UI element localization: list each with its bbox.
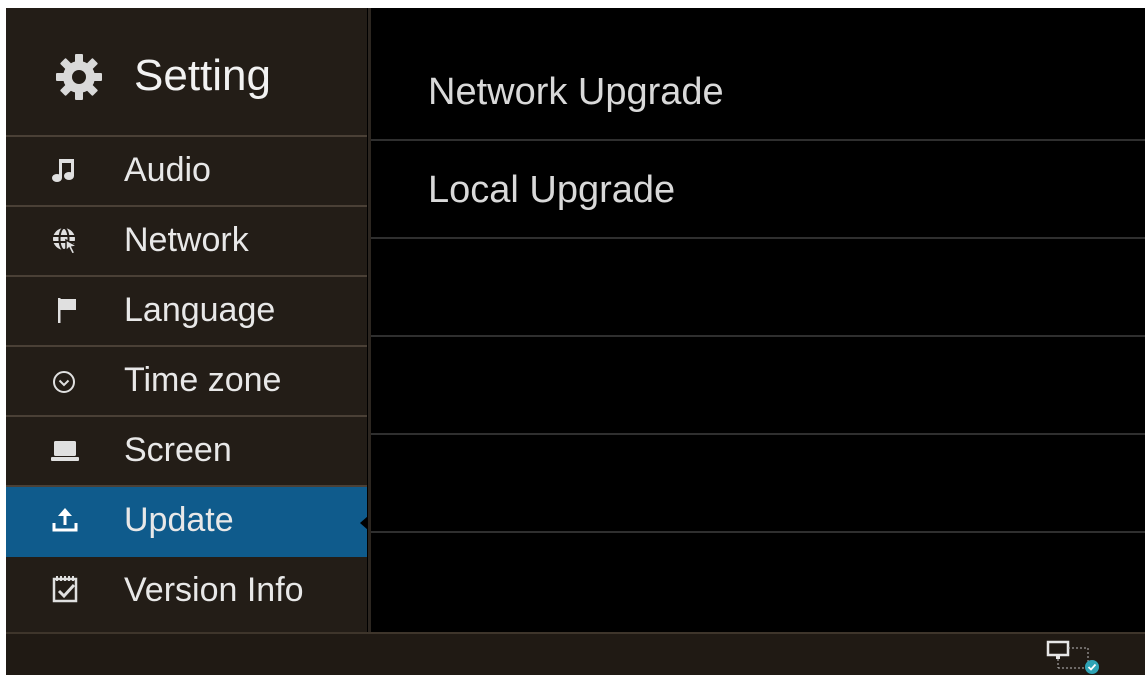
status-bar [6,632,1145,675]
globe-cursor-icon [53,227,80,255]
selection-arrow [360,516,368,530]
sidebar-item-label: Audio [124,151,211,189]
gear-icon [56,54,102,100]
sidebar-item-version-info[interactable]: Version Info [6,557,367,627]
sidebar-item-screen[interactable]: Screen [6,417,367,487]
option-row-empty [371,239,1145,337]
clock-icon [53,371,75,393]
sidebar-item-audio[interactable]: Audio [6,137,367,207]
sidebar-item-label: Screen [124,431,232,469]
option-label: Network Upgrade [428,71,724,113]
update-options-list: Network Upgrade Local Upgrade [371,8,1145,632]
sidebar-header: Setting [6,8,367,137]
laptop-icon [51,441,79,461]
sidebar-item-label: Version Info [124,571,304,609]
music-note-icon [52,159,74,182]
sidebar-item-label: Update [124,501,234,539]
option-row-empty [371,337,1145,435]
option-label: Local Upgrade [428,169,676,211]
sidebar-item-time-zone[interactable]: Time zone [6,347,367,417]
checklist-icon [52,576,78,603]
sidebar-item-language[interactable]: Language [6,277,367,347]
sidebar-item-label: Language [124,291,276,329]
sidebar-item-network[interactable]: Network [6,207,367,277]
sidebar-item-label: Network [124,221,249,259]
option-network-upgrade[interactable]: Network Upgrade [371,43,1145,141]
sidebar: Setting Audio Network Language Time zone… [6,8,368,632]
network-connected-icon [1046,640,1099,674]
upload-icon [52,508,78,532]
option-row-empty [371,435,1145,533]
sidebar-item-update[interactable]: Update [6,487,368,557]
settings-screen: Setting Audio Network Language Time zone… [6,8,1145,675]
sidebar-item-label: Time zone [124,361,282,399]
page-title: Setting [134,51,271,100]
flag-icon [58,298,76,323]
option-local-upgrade[interactable]: Local Upgrade [371,141,1145,239]
